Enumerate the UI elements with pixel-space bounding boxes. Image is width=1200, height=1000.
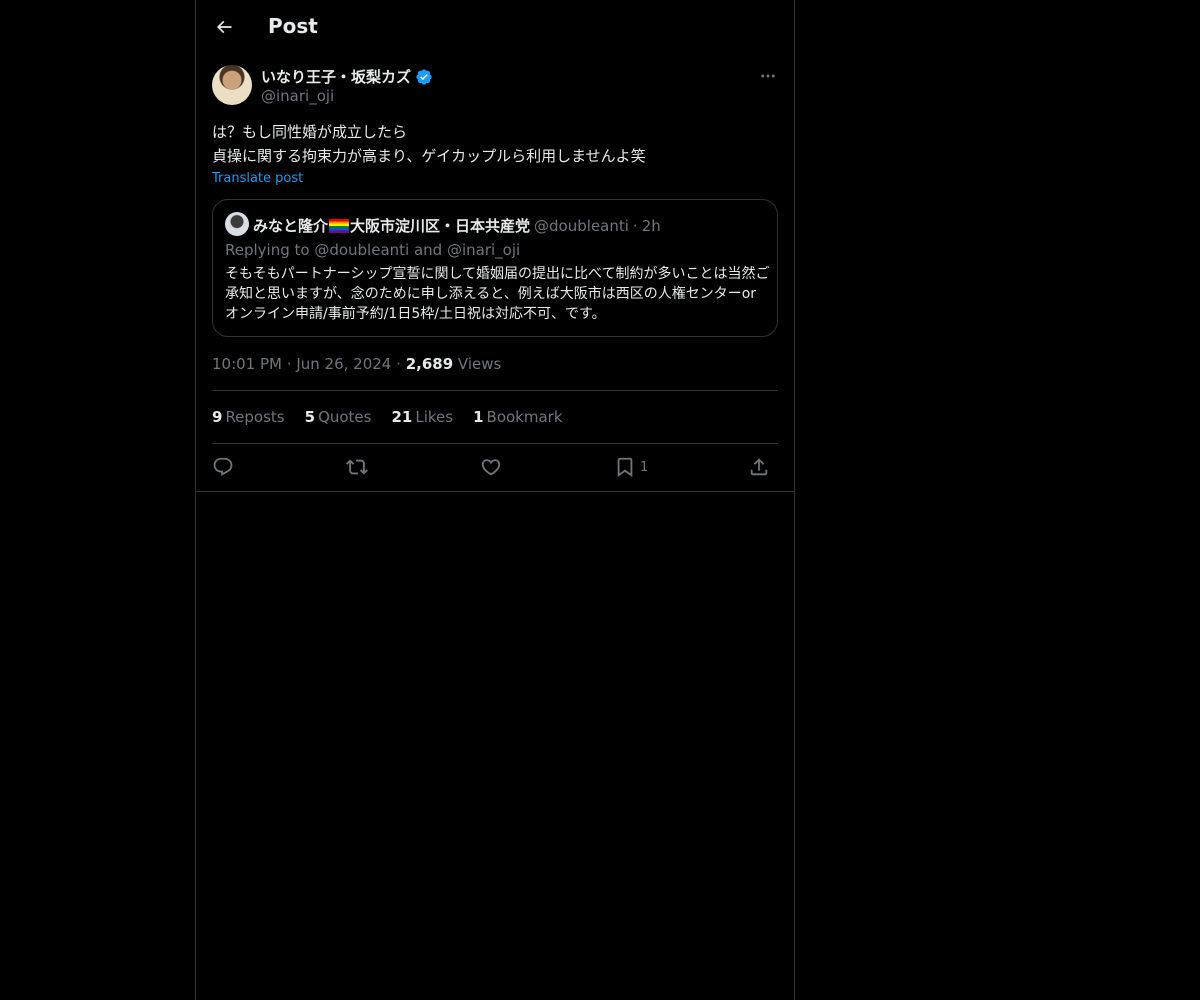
quoted-post-text: そもそもパートナーシップ宣誓に関して婚姻届の提出に比べて制約が多いことは当然ご承… [225,266,770,322]
meta-separator: · [396,355,401,373]
author-name-row[interactable]: いなり王子・坂梨カズ [261,66,433,87]
more-options-button[interactable] [756,66,780,86]
repost-icon [346,459,368,475]
quoted-author-row: みなと隆介 大阪市淀川区・日本共産党 @doubleanti · 2h [253,215,661,236]
author-handle[interactable]: @inari_oji [261,87,334,105]
bookmark-button[interactable]: 1 [614,455,648,479]
post-time[interactable]: 10:01 PM [212,355,282,373]
likes-stat[interactable]: 21 Likes [391,408,453,426]
quoted-meta-separator: · [632,216,638,235]
quoted-author-handle: @doubleanti [534,216,629,235]
share-button[interactable] [748,455,770,479]
post-bottom-border [196,491,794,492]
author-name[interactable]: いなり王子・坂梨カズ [261,66,411,87]
post-header: Post [196,0,794,54]
author-avatar[interactable] [212,65,252,105]
post-text-line-2: 貞操に関する拘束力が高まり、ゲイカップルら利用しませんよ笑 [212,147,646,165]
quoted-author-name-part2: 大阪市淀川区・日本共産党 [350,217,531,235]
quoted-author-avatar [225,212,249,236]
quoted-replying-to: Replying to @doubleanti and @inari_oji [225,241,521,259]
more-dots-icon [761,74,775,78]
translate-post-link[interactable]: Translate post [212,171,303,186]
reply-icon [213,457,233,476]
divider [212,443,778,444]
reply-button[interactable] [212,455,234,479]
like-button[interactable] [480,455,502,479]
quotes-stat[interactable]: 5 Quotes [305,408,372,426]
post-text-line-1: は？もし同性婚が成立したら [212,123,408,141]
views-count: 2,689 [405,355,454,373]
verified-badge-icon[interactable] [415,68,433,86]
main-column: Post いなり王子・坂梨カズ @inari_oji は？もし同性婚が成立したら… [195,0,795,1000]
rainbow-flag-icon [329,218,350,233]
share-icon [750,458,768,476]
back-arrow-icon [216,20,232,34]
views-label: Views [457,355,502,373]
divider [212,390,778,391]
bookmark-icon [617,457,633,478]
quoted-post[interactable]: みなと隆介 大阪市淀川区・日本共産党 @doubleanti · 2h Repl… [212,199,778,337]
page-title: Post [268,14,318,38]
meta-separator: · [286,355,292,373]
back-button[interactable] [208,11,240,43]
bookmark-count: 1 [640,459,649,475]
engagement-stats: 9 Reposts 5 Quotes 21 Likes 1 Bookmark [212,408,563,426]
post-meta: 10:01 PM · Jun 26, 2024 · 2,689 Views [212,355,501,373]
action-bar: 1 [212,452,778,482]
post-date[interactable]: Jun 26, 2024 [296,355,391,373]
quoted-author-name-part1: みなと隆介 [253,217,329,235]
quoted-post-time: 2h [641,216,661,235]
reposts-stat[interactable]: 9 Reposts [212,408,285,426]
heart-icon [481,459,501,476]
repost-button[interactable] [346,455,368,479]
post-text: は？もし同性婚が成立したら 貞操に関する拘束力が高まり、ゲイカップルら利用しませ… [212,120,778,168]
bookmarks-stat[interactable]: 1 Bookmark [473,408,562,426]
